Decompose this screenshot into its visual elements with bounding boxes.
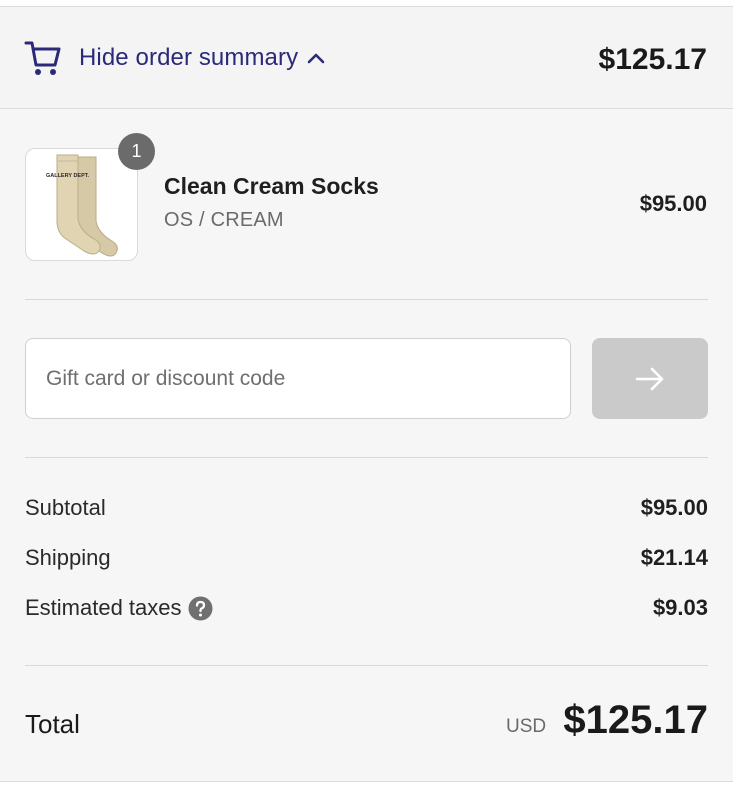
order-summary-toggle-label: Hide order summary	[79, 44, 299, 71]
question-circle-icon[interactable]	[188, 596, 213, 621]
product-variant: OS / CREAM	[164, 209, 284, 231]
shipping-value: $21.14	[640, 545, 708, 570]
order-summary-header: Hide order summary $125.17	[0, 6, 733, 109]
product-price: $95.00	[639, 191, 707, 216]
order-summary-body: GALLERY DEPT. 1 Clean Cream Socks OS / C…	[0, 109, 733, 782]
chevron-up-icon	[307, 53, 325, 64]
total-value: $125.17	[563, 698, 708, 742]
subtotal-value: $95.00	[640, 495, 708, 520]
socks-logo-text: GALLERY DEPT.	[46, 173, 90, 179]
divider	[25, 665, 708, 666]
total-label: Total	[25, 709, 80, 739]
divider	[25, 299, 708, 300]
taxes-label-group: Estimated taxes	[25, 595, 213, 621]
taxes-value: $9.03	[652, 595, 708, 620]
order-summary-toggle[interactable]: Hide order summary	[24, 39, 325, 77]
shipping-row: Shipping $21.14	[25, 545, 708, 571]
subtotal-row: Subtotal $95.00	[25, 495, 708, 521]
total-currency: USD	[506, 716, 547, 737]
arrow-right-icon	[635, 367, 664, 390]
product-name: Clean Cream Socks	[164, 173, 379, 199]
apply-discount-button[interactable]	[592, 338, 708, 419]
cart-icon	[24, 41, 61, 75]
taxes-label: Estimated taxes	[25, 595, 182, 620]
header-total-price: $125.17	[598, 43, 707, 76]
shipping-label: Shipping	[25, 545, 111, 570]
order-summary-page: Hide order summary $125.17 GALLERY DEPT.…	[0, 0, 733, 800]
product-thumbnail: GALLERY DEPT.	[25, 148, 138, 261]
discount-code-input[interactable]	[25, 338, 571, 419]
divider	[25, 457, 708, 458]
quantity-badge: 1	[118, 133, 155, 170]
socks-image: GALLERY DEPT.	[46, 154, 118, 257]
taxes-row: Estimated taxes $9.03	[25, 595, 708, 621]
subtotal-label: Subtotal	[25, 495, 106, 520]
